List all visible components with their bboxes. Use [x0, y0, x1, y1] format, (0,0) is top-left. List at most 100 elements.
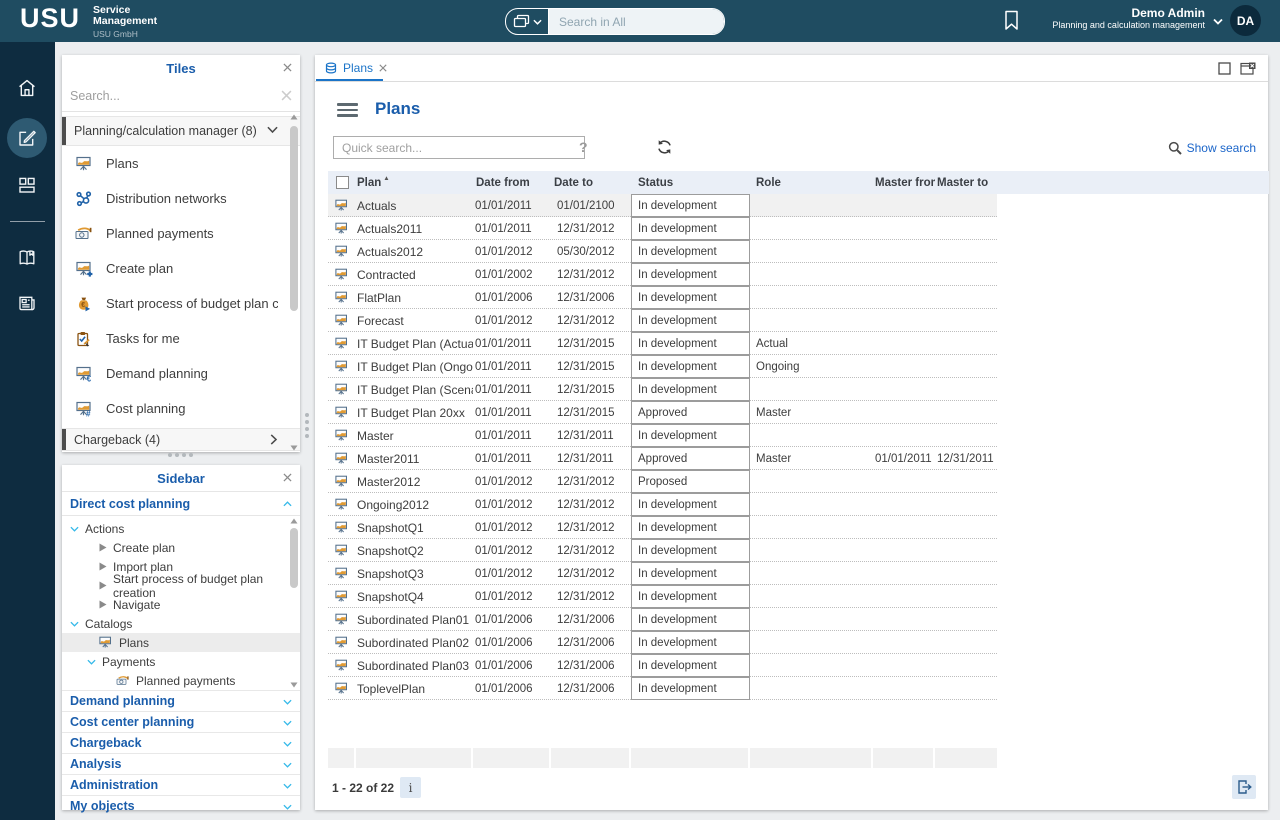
bookmark-icon[interactable] [1002, 9, 1021, 32]
tile-cost-planning[interactable]: # Cost planning [62, 391, 300, 426]
table-row[interactable]: Forecast 01/01/2012 12/31/2012 In develo… [328, 309, 997, 332]
tree-item-planned-payments[interactable]: Planned payments [62, 671, 300, 690]
tile-planned-payments[interactable]: Planned payments [62, 216, 300, 251]
table-row[interactable]: Master2011 01/01/2011 12/31/2011 Approve… [328, 447, 997, 470]
scroll-down-icon[interactable] [290, 445, 298, 451]
status-cell[interactable]: In development [631, 286, 750, 309]
tile-distribution-networks[interactable]: Distribution networks [62, 181, 300, 216]
status-cell[interactable]: In development [631, 240, 750, 263]
scrollbar-thumb[interactable] [290, 528, 298, 588]
table-row[interactable]: Master 01/01/2011 12/31/2011 In developm… [328, 424, 997, 447]
table-row[interactable]: SnapshotQ3 01/01/2012 12/31/2012 In deve… [328, 562, 997, 585]
tree-item-start-process-of-budget-plan-creation[interactable]: Start process of budget plan creation [62, 572, 300, 600]
tab-close-icon[interactable] [379, 63, 387, 72]
status-cell[interactable]: In development [631, 654, 750, 677]
table-row[interactable]: Subordinated Plan02 01/01/2006 12/31/200… [328, 631, 997, 654]
table-row[interactable]: Subordinated Plan01 01/01/2006 12/31/200… [328, 608, 997, 631]
horizontal-splitter-handle[interactable] [168, 453, 193, 457]
tile-plans[interactable]: Plans [62, 146, 300, 181]
table-row[interactable]: SnapshotQ4 01/01/2012 12/31/2012 In deve… [328, 585, 997, 608]
table-row[interactable]: SnapshotQ2 01/01/2012 12/31/2012 In deve… [328, 539, 997, 562]
tiles-icon[interactable] [17, 175, 38, 196]
status-cell[interactable]: Approved [631, 447, 750, 470]
scroll-down-icon[interactable] [290, 682, 298, 688]
status-cell[interactable]: In development [631, 562, 750, 585]
column-header-master-from[interactable]: Master from [873, 171, 935, 194]
status-cell[interactable]: In development [631, 631, 750, 654]
tiles-section-planning[interactable]: Planning/calculation manager (8) [62, 116, 300, 146]
sidebar-section-direct-cost-planning[interactable]: Direct cost planning [62, 491, 300, 516]
avatar[interactable]: DA [1230, 5, 1261, 36]
tile-start-process-of-budget-plan-crea[interactable]: € Start process of budget plan crea... [62, 286, 300, 321]
status-cell[interactable]: In development [631, 378, 750, 401]
status-cell[interactable]: Approved [631, 401, 750, 424]
column-header-date-from[interactable]: Date from [473, 171, 551, 194]
news-icon[interactable] [17, 293, 38, 314]
search-scope-button[interactable] [506, 9, 549, 34]
global-search-input[interactable] [549, 9, 724, 34]
column-header-master-to[interactable]: Master to [935, 171, 997, 194]
status-cell[interactable]: In development [631, 194, 750, 217]
table-row[interactable]: SnapshotQ1 01/01/2012 12/31/2012 In deve… [328, 516, 997, 539]
catalog-book-icon[interactable] [16, 248, 38, 269]
status-cell[interactable]: In development [631, 608, 750, 631]
status-cell[interactable]: In development [631, 516, 750, 539]
export-icon[interactable] [1232, 775, 1256, 799]
status-cell[interactable]: In development [631, 585, 750, 608]
sidebar-section-administration[interactable]: Administration [62, 774, 300, 795]
tab-plans[interactable]: Plans [315, 55, 397, 80]
tiles-section-chargeback[interactable]: Chargeback (4) [62, 428, 300, 451]
sidebar-section-cost-center-planning[interactable]: Cost center planning [62, 711, 300, 732]
status-cell[interactable]: In development [631, 263, 750, 286]
select-all-checkbox[interactable] [328, 171, 356, 194]
table-row[interactable]: FlatPlan 01/01/2006 12/31/2006 In develo… [328, 286, 997, 309]
table-row[interactable]: IT Budget Plan (Ongoin... 01/01/2011 12/… [328, 355, 997, 378]
tree-item-catalogs[interactable]: Catalogs [62, 614, 300, 633]
table-row[interactable]: Master2012 01/01/2012 12/31/2012 Propose… [328, 470, 997, 493]
quick-search-input[interactable] [333, 136, 585, 159]
column-header-status[interactable]: Status [631, 171, 750, 194]
sidebar-section-demand-planning[interactable]: Demand planning [62, 690, 300, 711]
table-row[interactable]: Actuals2012 01/01/2012 05/30/2012 In dev… [328, 240, 997, 263]
status-cell[interactable]: In development [631, 424, 750, 447]
usu-logo[interactable]: USU [20, 3, 80, 34]
tile-create-plan[interactable]: Create plan [62, 251, 300, 286]
tile-demand-planning[interactable]: € Demand planning [62, 356, 300, 391]
tree-item-payments[interactable]: Payments [62, 652, 300, 671]
table-row[interactable]: ToplevelPlan 01/01/2006 12/31/2006 In de… [328, 677, 997, 700]
vertical-splitter-handle[interactable] [305, 413, 309, 438]
sidebar-section-analysis[interactable]: Analysis [62, 753, 300, 774]
scrollbar-thumb[interactable] [290, 126, 298, 311]
table-row[interactable]: IT Budget Plan (Actuals... 01/01/2011 12… [328, 332, 997, 355]
close-all-tabs-icon[interactable] [1240, 62, 1256, 75]
column-header-plan[interactable]: Plan ▲ [356, 171, 473, 194]
table-row[interactable]: Subordinated Plan03 01/01/2006 12/31/200… [328, 654, 997, 677]
maximize-icon[interactable] [1218, 62, 1231, 75]
menu-icon[interactable] [337, 103, 358, 120]
home-icon[interactable] [17, 78, 38, 99]
tile-tasks-for-me[interactable]: Tasks for me [62, 321, 300, 356]
column-header-role[interactable]: Role [750, 171, 873, 194]
sidebar-section-chargeback[interactable]: Chargeback [62, 732, 300, 753]
sidebar-section-my-objects[interactable]: My objects [62, 795, 300, 816]
table-row[interactable]: IT Budget Plan 20xx 01/01/2011 12/31/201… [328, 401, 997, 424]
table-row[interactable]: Contracted 01/01/2002 12/31/2012 In deve… [328, 263, 997, 286]
status-cell[interactable]: In development [631, 355, 750, 378]
close-icon[interactable] [283, 63, 292, 72]
status-cell[interactable]: In development [631, 332, 750, 355]
status-cell[interactable]: In development [631, 539, 750, 562]
status-cell[interactable]: In development [631, 677, 750, 700]
tree-item-create-plan[interactable]: Create plan [62, 538, 300, 557]
refresh-icon[interactable] [656, 139, 673, 155]
status-cell[interactable]: In development [631, 493, 750, 516]
status-cell[interactable]: In development [631, 309, 750, 332]
table-row[interactable]: IT Budget Plan (Scenari... 01/01/2011 12… [328, 378, 997, 401]
table-row[interactable]: Ongoing2012 01/01/2012 12/31/2012 In dev… [328, 493, 997, 516]
tiles-search-input[interactable] [62, 81, 300, 111]
user-chevron-down-icon[interactable] [1213, 18, 1223, 25]
tree-item-actions[interactable]: Actions [62, 519, 300, 538]
tree-item-plans[interactable]: Plans [62, 633, 300, 652]
status-cell[interactable]: Proposed [631, 470, 750, 493]
table-row[interactable]: Actuals2011 01/01/2011 12/31/2012 In dev… [328, 217, 997, 240]
clear-search-icon[interactable] [281, 90, 292, 101]
